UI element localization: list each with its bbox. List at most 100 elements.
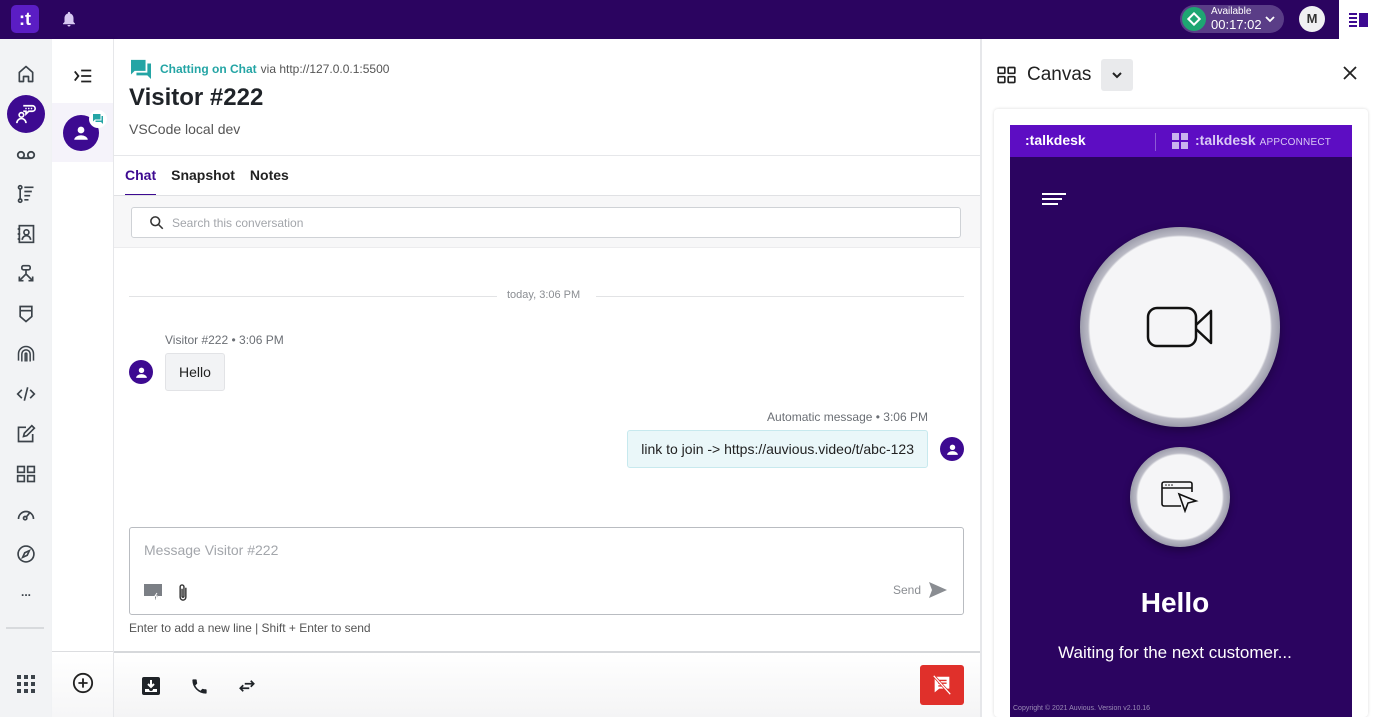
dashboard-grid-icon xyxy=(16,465,36,483)
appconnect-header: :talkdesk :talkdesk APPCONNECT xyxy=(1010,125,1352,157)
canvas-header: Canvas xyxy=(996,59,1134,91)
call-button[interactable] xyxy=(188,675,210,697)
message-meta: Automatic message • 3:06 PM xyxy=(767,410,928,424)
side-panel-toggle[interactable] xyxy=(1339,0,1379,39)
quick-reply-icon[interactable] xyxy=(144,584,162,601)
close-icon[interactable] xyxy=(1342,65,1358,81)
app-launcher-button[interactable] xyxy=(6,664,46,704)
nav-shield[interactable] xyxy=(6,294,46,334)
chat-off-icon xyxy=(932,674,952,696)
app-launcher-icon xyxy=(17,675,35,693)
nav-conversations[interactable] xyxy=(7,95,45,133)
person-icon xyxy=(946,444,958,455)
chat-channel-icon xyxy=(131,59,151,79)
phone-icon xyxy=(191,678,207,694)
hamburger-menu-icon[interactable] xyxy=(1042,193,1066,209)
cobrowse-button[interactable] xyxy=(1130,447,1230,547)
conversation-subtitle: VSCode local dev xyxy=(129,121,241,137)
auvious-app: :talkdesk :talkdesk APPCONNECT Hello Wai… xyxy=(1010,125,1352,717)
dispose-button[interactable] xyxy=(140,675,162,697)
chevron-down-icon xyxy=(1265,16,1275,23)
send-label: Send xyxy=(892,583,921,597)
search-input[interactable] xyxy=(172,215,932,230)
copyright-text: Copyright © 2021 Auvious. Version v2.10.… xyxy=(1013,705,1151,712)
tab-snapshot[interactable]: Snapshot xyxy=(171,167,235,197)
message-meta: Visitor #222 • 3:06 PM xyxy=(165,333,284,347)
status-timer: 00:17:02 xyxy=(1211,17,1262,32)
nav-notes[interactable] xyxy=(6,414,46,454)
composer-hint: Enter to add a new line | Shift + Enter … xyxy=(129,621,371,635)
contacts-icon xyxy=(17,224,35,244)
chat-channel-badge xyxy=(89,110,107,128)
canvas-app-frame: :talkdesk :talkdesk APPCONNECT Hello Wai… xyxy=(994,109,1368,717)
conversation-tabs: Chat Snapshot Notes xyxy=(125,167,304,197)
channel-info: Chatting on Chat via http://127.0.0.1:55… xyxy=(130,59,389,79)
canvas-app-dropdown[interactable] xyxy=(1101,59,1134,91)
channel-label: Chatting on Chat xyxy=(160,62,257,76)
page-title: Visitor #222 xyxy=(129,84,264,111)
fingerprint-icon xyxy=(17,345,35,362)
collapse-list-icon[interactable] xyxy=(72,65,94,87)
conversation-list xyxy=(52,39,114,717)
home-icon xyxy=(18,65,34,83)
conversations-icon xyxy=(16,104,36,124)
nav-activity[interactable] xyxy=(6,174,46,214)
message-composer: Send xyxy=(129,527,964,615)
gauge-icon xyxy=(17,510,35,521)
search-area xyxy=(114,196,980,248)
available-diamond-icon xyxy=(1187,12,1201,26)
nav-more[interactable]: ... xyxy=(6,572,46,612)
code-icon xyxy=(16,387,36,401)
transfer-button[interactable] xyxy=(236,675,258,697)
nav-developer[interactable] xyxy=(6,374,46,414)
user-avatar[interactable]: M xyxy=(1299,6,1325,32)
header-divider xyxy=(114,155,980,156)
date-separator: today, 3:06 PM xyxy=(129,289,964,303)
attachment-icon[interactable] xyxy=(177,583,189,602)
person-icon xyxy=(135,367,147,378)
panel-layout-icon xyxy=(1349,12,1368,27)
appconnect-brand-name: :talkdesk xyxy=(1195,132,1256,148)
nav-apps[interactable] xyxy=(6,454,46,494)
canvas-panel: Canvas :talkdesk :talkdesk APPCONNECT He… xyxy=(980,39,1379,717)
appconnect-logo-icon xyxy=(1172,133,1188,149)
separator-line xyxy=(596,296,964,297)
left-navigation: ... xyxy=(0,39,52,717)
nav-explore[interactable] xyxy=(6,534,46,574)
nav-performance[interactable] xyxy=(6,494,46,534)
canvas-title: Canvas xyxy=(1027,64,1092,85)
nav-workflows[interactable] xyxy=(6,254,46,294)
waiting-status-text: Waiting for the next customer... xyxy=(1058,643,1292,662)
message-input[interactable] xyxy=(144,542,944,564)
workflow-icon xyxy=(18,264,34,282)
add-conversation-icon[interactable] xyxy=(72,672,94,694)
transfer-arrows-icon xyxy=(239,680,255,692)
send-icon xyxy=(929,582,947,598)
agent-avatar xyxy=(940,437,964,461)
notifications-bell-icon[interactable] xyxy=(60,10,78,28)
nav-divider xyxy=(6,627,44,629)
talkdesk-logo[interactable]: :t xyxy=(11,5,39,33)
search-box xyxy=(131,207,961,238)
compass-icon xyxy=(17,545,35,563)
shield-icon xyxy=(19,305,33,323)
appconnect-brand: :talkdesk APPCONNECT xyxy=(1195,132,1331,148)
nav-contacts[interactable] xyxy=(6,214,46,254)
appconnect-suffix: APPCONNECT xyxy=(1259,137,1332,148)
conversation-actions xyxy=(114,651,980,717)
brand-divider xyxy=(1155,133,1156,151)
nav-voicemail[interactable] xyxy=(6,135,46,175)
nav-identity[interactable] xyxy=(6,334,46,374)
send-button[interactable]: Send xyxy=(893,582,947,598)
conversation-list-footer xyxy=(52,651,113,717)
cobrowse-cursor-icon xyxy=(1161,481,1199,513)
end-conversation-button[interactable] xyxy=(920,665,964,705)
agent-status-selector[interactable]: Available 00:17:02 xyxy=(1180,5,1284,33)
search-icon xyxy=(150,216,164,230)
conversation-panel: Chatting on Chat via http://127.0.0.1:55… xyxy=(114,39,980,717)
tab-chat[interactable]: Chat xyxy=(125,167,157,197)
nav-home[interactable] xyxy=(6,54,46,94)
conversation-item[interactable] xyxy=(52,103,113,162)
start-video-button[interactable] xyxy=(1080,227,1280,427)
tab-notes[interactable]: Notes xyxy=(250,167,289,197)
